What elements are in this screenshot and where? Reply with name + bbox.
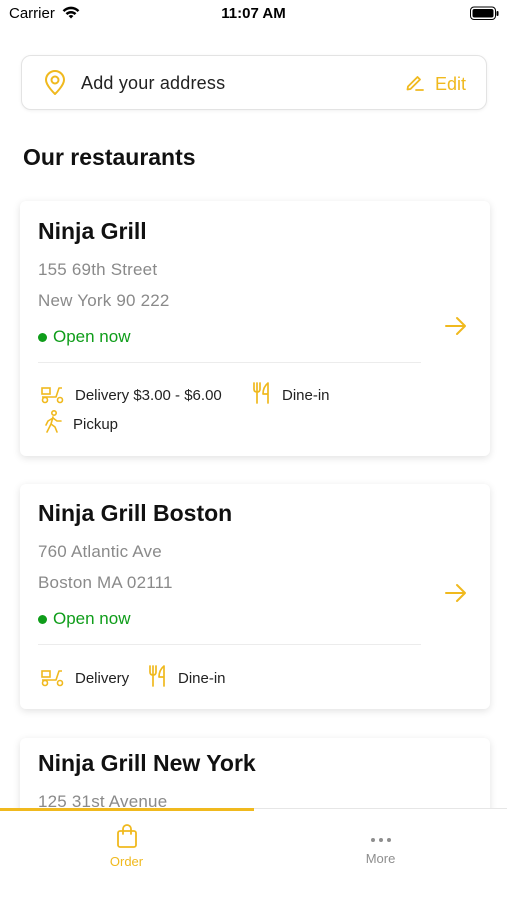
service-dine-in: Dine-in	[251, 381, 330, 410]
pickup-label: Pickup	[73, 416, 119, 433]
location-pin-icon	[43, 70, 67, 101]
tab-bar: Order More	[0, 808, 507, 900]
battery-icon	[470, 6, 500, 26]
open-status: Open now	[38, 327, 131, 347]
edit-label: Edit	[434, 74, 466, 94]
cutlery-icon	[147, 664, 169, 693]
tab-more-label: More	[365, 851, 396, 866]
restaurant-name: Ninja Grill New York	[38, 750, 256, 776]
service-delivery: Delivery	[40, 665, 129, 692]
restaurant-name: Ninja Grill Boston	[38, 500, 233, 526]
open-status-label: Open now	[53, 609, 131, 628]
open-status-dot	[38, 614, 47, 624]
restaurant-name: Ninja Grill	[38, 218, 147, 244]
restaurant-card-ninja-grill-boston[interactable]: Ninja Grill Boston 760 Atlantic Ave Bost…	[20, 484, 490, 709]
tab-order[interactable]: Order	[0, 823, 253, 883]
service-delivery: Delivery $3.00 - $6.00	[40, 382, 222, 409]
dine-in-label: Dine-in	[178, 670, 226, 687]
arrow-right-icon[interactable]	[444, 316, 468, 341]
section-title: Our restaurants	[23, 144, 196, 170]
open-status-dot	[38, 332, 47, 342]
edit-pencil-icon	[405, 72, 425, 97]
dine-in-label: Dine-in	[282, 387, 330, 404]
walking-icon	[42, 409, 64, 439]
service-dine-in: Dine-in	[147, 664, 226, 693]
status-bar: Carrier 11:07 AM	[0, 0, 507, 30]
scooter-icon	[40, 382, 66, 409]
restaurant-address-line2: Boston MA 02111	[38, 573, 173, 592]
scooter-icon	[40, 665, 66, 692]
restaurant-address-line2: New York 90 222	[38, 291, 170, 310]
edit-address-button[interactable]: Edit	[405, 72, 466, 97]
address-bar[interactable]: Add your address Edit	[21, 55, 487, 110]
delivery-label: Delivery $3.00 - $6.00	[75, 387, 222, 404]
tab-more[interactable]: More	[254, 823, 507, 883]
shopping-bag-icon	[115, 823, 139, 854]
open-status-label: Open now	[53, 327, 131, 346]
more-dots-icon	[369, 831, 393, 849]
arrow-right-icon[interactable]	[444, 583, 468, 608]
tab-order-label: Order	[109, 854, 144, 869]
clock-time: 11:07 AM	[221, 5, 286, 22]
restaurant-card-ninja-grill[interactable]: Ninja Grill 155 69th Street New York 90 …	[20, 201, 490, 456]
service-pickup: Pickup	[42, 409, 119, 439]
restaurant-address-line1: 760 Atlantic Ave	[38, 542, 162, 561]
delivery-label: Delivery	[75, 670, 130, 687]
card-divider	[38, 644, 421, 645]
restaurant-address-line1: 155 69th Street	[38, 260, 158, 279]
active-tab-indicator	[0, 808, 254, 811]
add-address-label: Add your address	[81, 73, 226, 93]
card-divider	[38, 362, 421, 363]
app-screen: Carrier 11:07 AM Add your address Edit O…	[0, 0, 507, 900]
cutlery-icon	[251, 381, 273, 410]
open-status: Open now	[38, 609, 131, 629]
